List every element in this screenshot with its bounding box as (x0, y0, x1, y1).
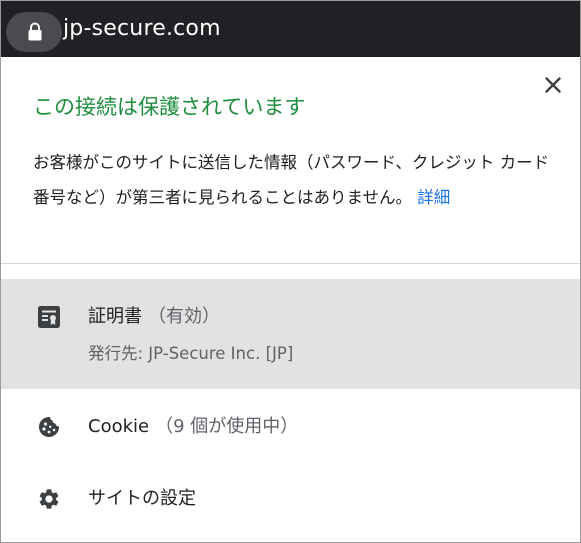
certificate-issuer: 発行先: JP-Secure Inc. [JP] (88, 344, 294, 363)
address-bar: jp-secure.com (1, 1, 580, 57)
lock-icon (28, 22, 42, 41)
cookie-row[interactable]: Cookie （9 個が使用中） (1, 393, 580, 461)
certificate-title: 証明書 （有効） (88, 303, 220, 331)
connection-description-text: お客様がこのサイトに送信した情報（パスワード、クレジット カード番号など）が第三… (33, 153, 550, 207)
certificate-icon (38, 306, 60, 328)
connection-secure-title: この接続は保護されています (33, 95, 306, 119)
gear-icon (39, 489, 59, 509)
certificate-label: 証明書 (88, 306, 142, 327)
site-settings-row[interactable]: サイトの設定 (1, 465, 580, 533)
site-domain[interactable]: jp-secure.com (63, 14, 221, 44)
learn-more-link[interactable]: 詳細 (417, 188, 450, 207)
cookie-title: Cookie （9 個が使用中） (88, 413, 298, 441)
site-info-button[interactable] (6, 12, 62, 52)
cookie-label: Cookie (88, 416, 150, 437)
site-settings-label: サイトの設定 (88, 488, 196, 509)
cookie-icon (39, 417, 59, 437)
connection-description: お客様がこのサイトに送信した情報（パスワード、クレジット カード番号など）が第三… (33, 145, 557, 215)
cookie-count: （9 個が使用中） (155, 416, 299, 437)
certificate-row[interactable]: 証明書 （有効） 発行先: JP-Secure Inc. [JP] (1, 279, 580, 389)
close-icon[interactable] (541, 73, 565, 97)
site-info-popup: jp-secure.com この接続は保護されています お客様がこのサイトに送信… (0, 0, 581, 543)
section-divider (1, 263, 580, 264)
certificate-status: （有効） (148, 306, 220, 327)
